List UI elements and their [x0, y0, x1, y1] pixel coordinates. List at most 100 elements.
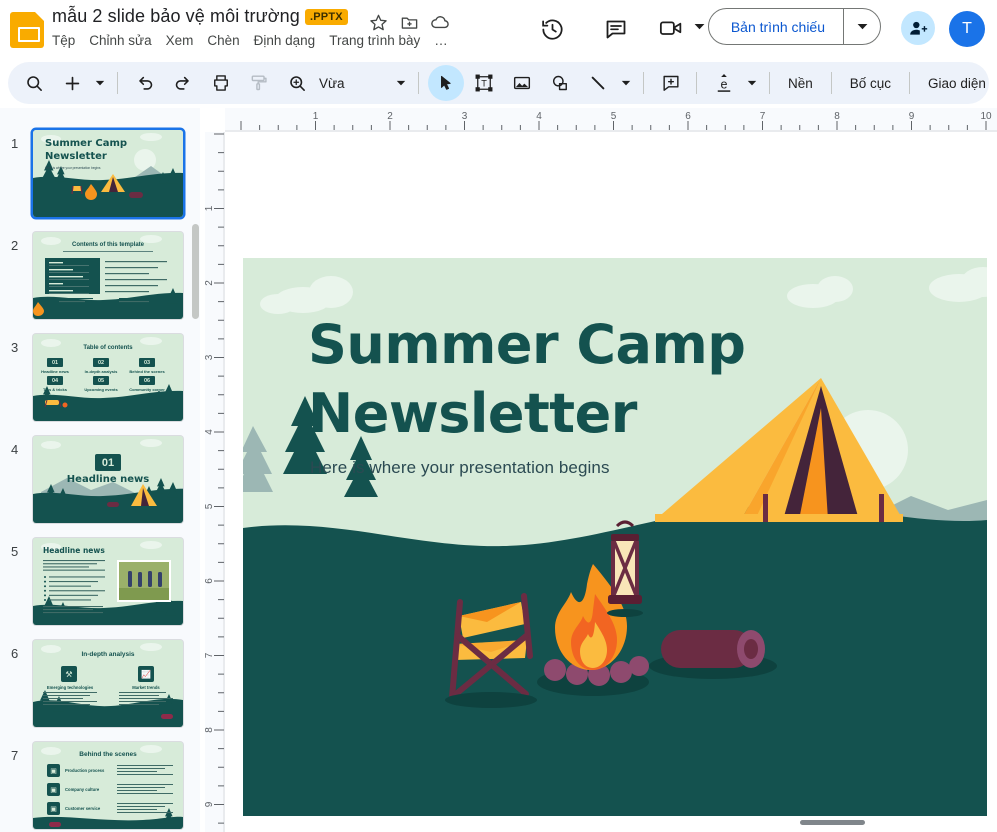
slide-thumbnail-6[interactable]: In-depth analysis⚒📈Emerging technologies…	[33, 640, 183, 727]
slide-thumbnail-4[interactable]: 01Headline news	[33, 436, 183, 523]
slide-number: 6	[11, 646, 18, 661]
present-button[interactable]: Bản trình chiếu	[708, 8, 881, 45]
svg-text:8: 8	[205, 727, 215, 733]
present-label: Bản trình chiếu	[709, 9, 843, 44]
slide-subtitle[interactable]: Here is where your presentation begins	[310, 458, 610, 478]
zoom-icon[interactable]	[279, 65, 315, 101]
toolbar: Vừa T	[8, 62, 989, 104]
slides-panel-scrollbar[interactable]	[192, 224, 199, 319]
transition-caret-icon[interactable]	[742, 67, 762, 99]
svg-text:4: 4	[536, 111, 542, 122]
toolbar-divider-5	[769, 72, 770, 94]
slide-title[interactable]: Summer Camp Newsletter	[308, 310, 745, 448]
slides-panel[interactable]: 1 Summer Camp NewsletterHere is where you…	[0, 108, 200, 832]
present-caret-icon[interactable]	[844, 9, 880, 44]
svg-text:4: 4	[205, 429, 215, 435]
toolbar-divider-3	[643, 72, 644, 94]
comment-icon[interactable]	[604, 17, 628, 46]
toolbar-divider-1	[117, 72, 118, 94]
new-slide-button[interactable]	[54, 65, 90, 101]
slide-canvas-area[interactable]: Summer Camp Newsletter Here is where you…	[225, 132, 997, 832]
top-bar: mẫu 2 slide bảo vệ môi trường .PPTX Tệp …	[0, 0, 997, 60]
toolbar-divider-6	[831, 72, 832, 94]
log	[649, 630, 777, 679]
slide-thumbnail-5[interactable]: Headline news	[33, 538, 183, 625]
svg-text:1: 1	[205, 205, 215, 211]
cursor-select-icon[interactable]	[428, 65, 464, 101]
canvas-horizontal-scrollbar[interactable]	[800, 820, 865, 825]
avatar[interactable]: T	[949, 11, 985, 47]
horizontal-ruler[interactable]: 1 2 3 4 5 6 7 8 9 10	[225, 108, 997, 132]
print-icon[interactable]	[203, 65, 239, 101]
text-transition-icon[interactable]: e	[706, 65, 742, 101]
slide-thumbnail-3[interactable]: Table of contents01Headline news02In-dep…	[33, 334, 183, 421]
menu-more[interactable]: …	[434, 33, 449, 48]
undo-icon[interactable]	[127, 65, 163, 101]
svg-text:6: 6	[685, 111, 691, 122]
lantern	[607, 522, 643, 617]
slide-number: 5	[11, 544, 18, 559]
current-slide[interactable]: Summer Camp Newsletter Here is where you…	[243, 258, 987, 816]
toolbar-divider-4	[696, 72, 697, 94]
svg-text:9: 9	[909, 111, 915, 122]
background-button[interactable]: Nền	[777, 69, 824, 98]
zoom-caret-icon[interactable]	[391, 67, 411, 99]
slide-number: 3	[11, 340, 18, 355]
search-icon[interactable]	[16, 65, 52, 101]
svg-text:2: 2	[387, 111, 393, 122]
redo-icon[interactable]	[165, 65, 201, 101]
menu-slide[interactable]: Trang trình bày	[329, 33, 420, 48]
svg-text:3: 3	[462, 111, 468, 122]
document-title[interactable]: mẫu 2 slide bảo vệ môi trường	[52, 6, 300, 27]
menu-file[interactable]: Tệp	[52, 33, 75, 48]
slide-number: 7	[11, 748, 18, 763]
layout-button[interactable]: Bố cục	[839, 69, 902, 98]
svg-text:9: 9	[205, 801, 215, 807]
slide-thumbnail-1[interactable]: Summer Camp NewsletterHere is where your…	[33, 130, 183, 217]
svg-text:2: 2	[205, 280, 215, 286]
svg-text:5: 5	[205, 503, 215, 509]
svg-text:7: 7	[205, 652, 215, 658]
svg-text:8: 8	[834, 111, 840, 122]
menu-bar: Tệp Chỉnh sửa Xem Chèn Định dạng Trang t…	[52, 33, 449, 48]
slide-thumbnail-7[interactable]: Behind the scenes▣Production process▣Com…	[33, 742, 183, 829]
slide-thumbnail-2[interactable]: Contents of this template	[33, 232, 183, 319]
image-icon[interactable]	[504, 65, 540, 101]
slide-title-line1: Summer Camp	[308, 310, 745, 379]
slide-number: 2	[11, 238, 18, 253]
menu-edit[interactable]: Chỉnh sửa	[89, 33, 151, 48]
star-icon[interactable]	[366, 10, 390, 34]
svg-text:T: T	[481, 79, 487, 89]
line-caret-icon[interactable]	[616, 67, 636, 99]
version-history-icon[interactable]	[540, 17, 565, 47]
add-comment-icon[interactable]	[653, 65, 689, 101]
meet-camera-icon[interactable]	[659, 17, 685, 44]
vertical-ruler[interactable]: 1 2 3 4 5 6 7 8 9	[205, 132, 225, 832]
svg-text:5: 5	[611, 111, 617, 122]
svg-text:1: 1	[313, 111, 319, 122]
shape-icon[interactable]	[542, 65, 578, 101]
toolbar-divider-2	[418, 72, 419, 94]
file-format-badge: .PPTX	[305, 9, 348, 25]
svg-text:3: 3	[205, 354, 215, 360]
menu-format[interactable]: Định dạng	[254, 33, 316, 48]
zoom-level-value[interactable]: Vừa	[319, 76, 359, 91]
slides-app-icon[interactable]	[10, 12, 44, 48]
svg-text:6: 6	[205, 578, 215, 584]
theme-button[interactable]: Giao diện	[917, 69, 997, 98]
text-box-icon[interactable]: T	[466, 65, 502, 101]
paint-format-icon[interactable]	[241, 65, 277, 101]
svg-text:7: 7	[760, 111, 766, 122]
cloud-saved-icon[interactable]	[428, 10, 452, 34]
line-icon[interactable]	[580, 65, 616, 101]
menu-insert[interactable]: Chèn	[207, 33, 239, 48]
slide-title-line2: Newsletter	[308, 379, 745, 448]
svg-text:10: 10	[980, 111, 992, 122]
move-to-folder-icon[interactable]	[397, 10, 421, 34]
new-slide-caret-icon[interactable]	[90, 67, 110, 99]
slide-number: 1	[11, 136, 18, 151]
meet-caret-icon[interactable]	[694, 17, 705, 35]
slide-number: 4	[11, 442, 18, 457]
menu-view[interactable]: Xem	[166, 33, 194, 48]
share-button[interactable]	[901, 11, 935, 45]
